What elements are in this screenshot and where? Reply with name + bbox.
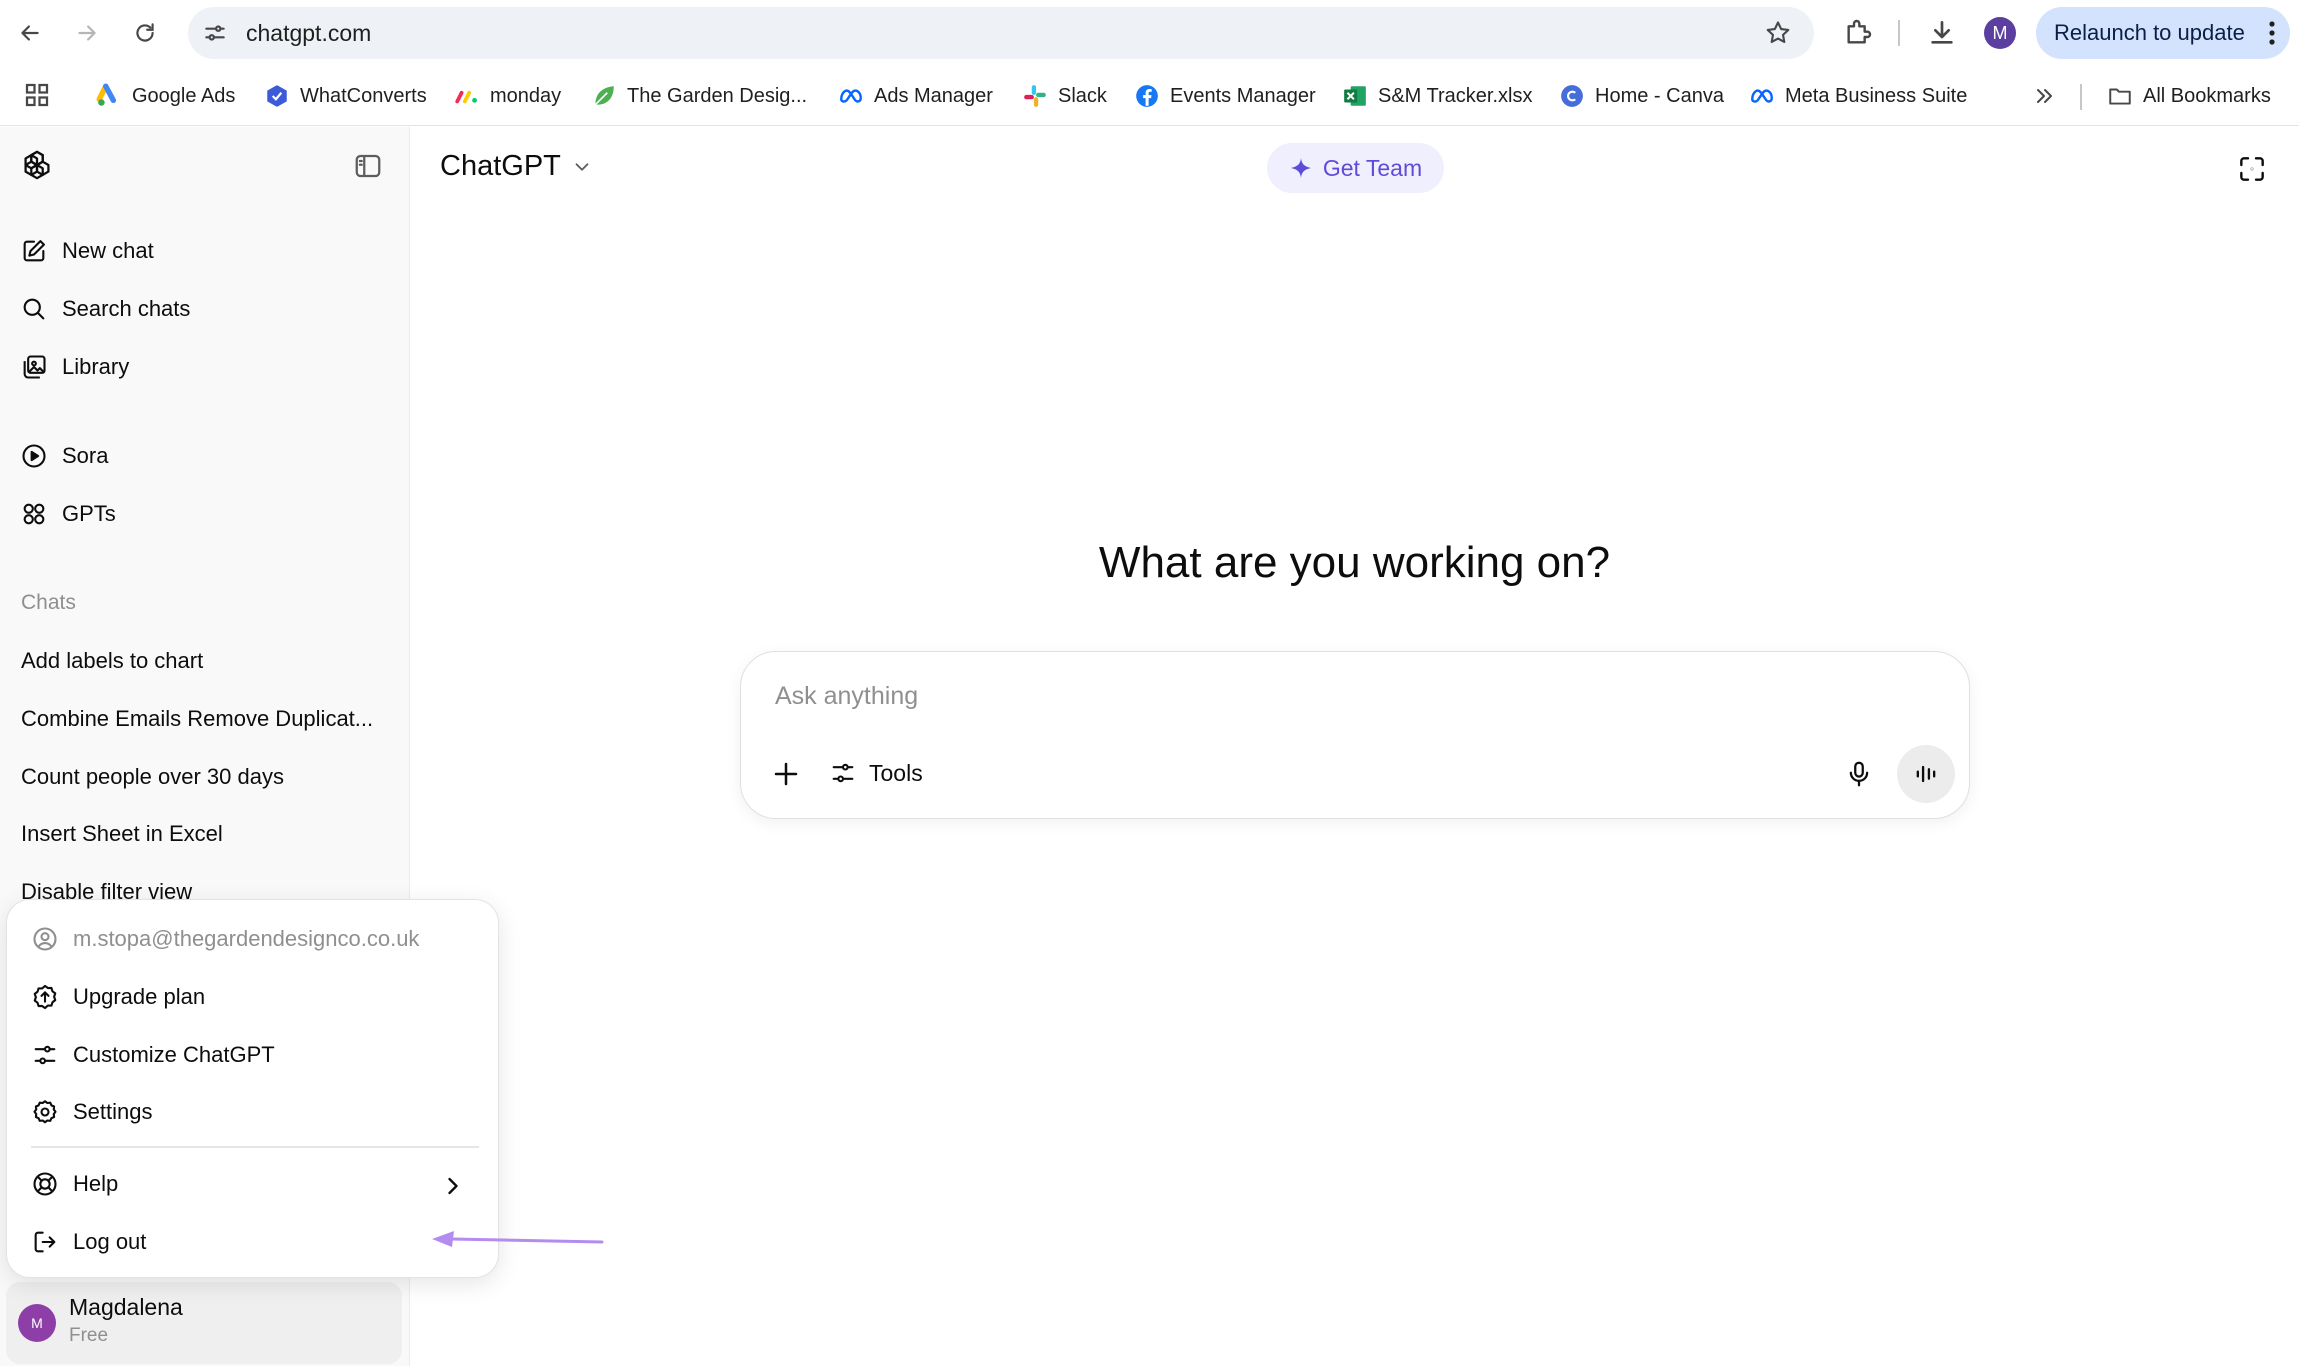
play-icon (22, 444, 46, 468)
plus-icon[interactable] (771, 759, 801, 789)
grid-icon (23, 503, 45, 525)
model-label: ChatGPT (440, 150, 561, 182)
bookmark-garden-design[interactable]: The Garden Desig... (591, 80, 807, 112)
library-icon (23, 355, 46, 379)
waveform-icon (1916, 765, 1936, 783)
whatconverts-icon (267, 85, 287, 107)
url-text[interactable]: chatgpt.com (246, 20, 371, 47)
user-account-button[interactable]: M Magdalena Free (6, 1282, 402, 1364)
sliders-icon (34, 1045, 56, 1065)
logout-icon (34, 1231, 56, 1253)
openai-logo-icon[interactable] (19, 147, 55, 183)
voice-mode-button[interactable] (1897, 745, 1955, 803)
account-menu: m.stopa@thegardendesignco.co.uk Upgrade … (6, 899, 499, 1278)
sidebar-toggle-icon[interactable] (353, 151, 383, 181)
account-email: m.stopa@thegardendesignco.co.uk (31, 919, 481, 959)
sidebar-item-search-chats[interactable]: Search chats (20, 289, 190, 329)
bookmark-google-ads[interactable]: Google Ads (96, 80, 235, 112)
temporary-chat-icon[interactable] (2236, 153, 2268, 185)
model-selector[interactable]: ChatGPT (440, 150, 593, 183)
menu-item-upgrade-plan[interactable]: Upgrade plan (31, 977, 481, 1017)
facebook-icon (1136, 85, 1158, 107)
bookmark-sm-tracker[interactable]: S&M Tracker.xlsx (1342, 80, 1532, 112)
slack-icon (1024, 85, 1046, 107)
google-ads-icon (96, 83, 117, 106)
forward-button[interactable] (68, 14, 106, 52)
menu-item-help[interactable]: Help (31, 1164, 481, 1204)
bookmark-events-manager[interactable]: Events Manager (1134, 80, 1316, 112)
tools-label: Tools (869, 759, 923, 786)
get-team-button[interactable]: Get Team (1267, 143, 1444, 193)
bookmark-star-icon[interactable] (1764, 19, 1792, 47)
bookmark-meta-business-suite[interactable]: Meta Business Suite (1749, 80, 1967, 112)
composer: Ask anything Tools (740, 651, 1970, 819)
prompt-input[interactable]: Ask anything (775, 682, 918, 711)
address-bar[interactable]: chatgpt.com (188, 7, 1814, 59)
extensions-icon[interactable] (1842, 17, 1874, 49)
sidebar-item-sora[interactable]: Sora (20, 436, 108, 476)
sparkle-icon (1290, 158, 1311, 178)
chat-history-item[interactable]: Add labels to chart (21, 648, 391, 674)
compose-icon (23, 240, 45, 262)
forward-arrow-icon (78, 25, 96, 41)
page-title: What are you working on? (1098, 538, 1611, 587)
chevron-double-right-icon[interactable] (2032, 84, 2056, 108)
bookmark-whatconverts[interactable]: WhatConverts (264, 80, 427, 112)
back-arrow-icon (21, 25, 39, 41)
user-name: Magdalena (69, 1294, 183, 1320)
browser-profile-avatar[interactable]: M (1984, 17, 2016, 49)
relaunch-label: Relaunch to update (2054, 20, 2245, 45)
meta-icon (1751, 89, 1773, 103)
toolbar-divider (1898, 20, 1900, 46)
apps-grid-icon[interactable] (22, 80, 52, 110)
menu-item-settings[interactable]: Settings (31, 1092, 481, 1132)
annotation-arrow-icon (432, 1231, 604, 1247)
monday-icon (455, 90, 477, 104)
excel-icon (1344, 86, 1366, 106)
menu-divider (31, 1146, 479, 1148)
microphone-icon[interactable] (1844, 759, 1874, 789)
bookmarks-bar: Google Ads WhatConverts monday The Garde… (0, 66, 2299, 126)
leaf-icon (594, 86, 614, 106)
gear-icon (33, 1100, 57, 1124)
download-icon[interactable] (1926, 17, 1958, 49)
tools-button[interactable]: Tools (829, 755, 923, 791)
menu-item-customize-chatgpt[interactable]: Customize ChatGPT (31, 1035, 481, 1075)
user-plan: Free (69, 1325, 109, 1346)
relaunch-button[interactable]: Relaunch to update (2036, 7, 2290, 59)
chat-history-item[interactable]: Insert Sheet in Excel (21, 821, 391, 847)
bookmark-monday[interactable]: monday (454, 80, 561, 112)
chat-history-item[interactable]: Combine Emails Remove Duplicat... (21, 706, 391, 732)
bookmarks-divider (2080, 84, 2082, 110)
search-icon (23, 298, 45, 320)
bookmark-canva[interactable]: Home - Canva (1559, 80, 1724, 112)
help-icon (33, 1172, 57, 1196)
sliders-icon (832, 763, 854, 783)
bookmark-ads-manager[interactable]: Ads Manager (838, 80, 993, 112)
meta-icon (840, 89, 862, 103)
folder-icon (2109, 88, 2131, 105)
chats-section-heading: Chats (21, 591, 76, 614)
get-team-label: Get Team (1322, 154, 1423, 181)
browser-toolbar: chatgpt.com M Relaunch to update (0, 0, 2299, 66)
bookmark-slack[interactable]: Slack (1022, 80, 1107, 112)
canva-icon (1561, 85, 1583, 107)
user-circle-icon (33, 927, 57, 951)
site-info-icon[interactable] (202, 20, 228, 46)
sidebar-item-library[interactable]: Library (20, 347, 129, 387)
sidebar-item-gpts[interactable]: GPTs (20, 494, 116, 534)
avatar: M (18, 1304, 56, 1342)
sidebar-item-new-chat[interactable]: New chat (20, 231, 154, 271)
upgrade-icon (33, 984, 57, 1010)
reload-icon (136, 23, 154, 42)
all-bookmarks-button[interactable]: All Bookmarks (2107, 80, 2271, 112)
reload-button[interactable] (126, 14, 164, 52)
chevron-down-icon (575, 162, 589, 171)
chevron-right-icon (448, 1177, 458, 1195)
back-button[interactable] (11, 14, 49, 52)
more-vertical-icon (2269, 21, 2275, 45)
menu-item-log-out[interactable]: Log out (31, 1222, 481, 1262)
chat-history-item[interactable]: Count people over 30 days (21, 764, 391, 790)
